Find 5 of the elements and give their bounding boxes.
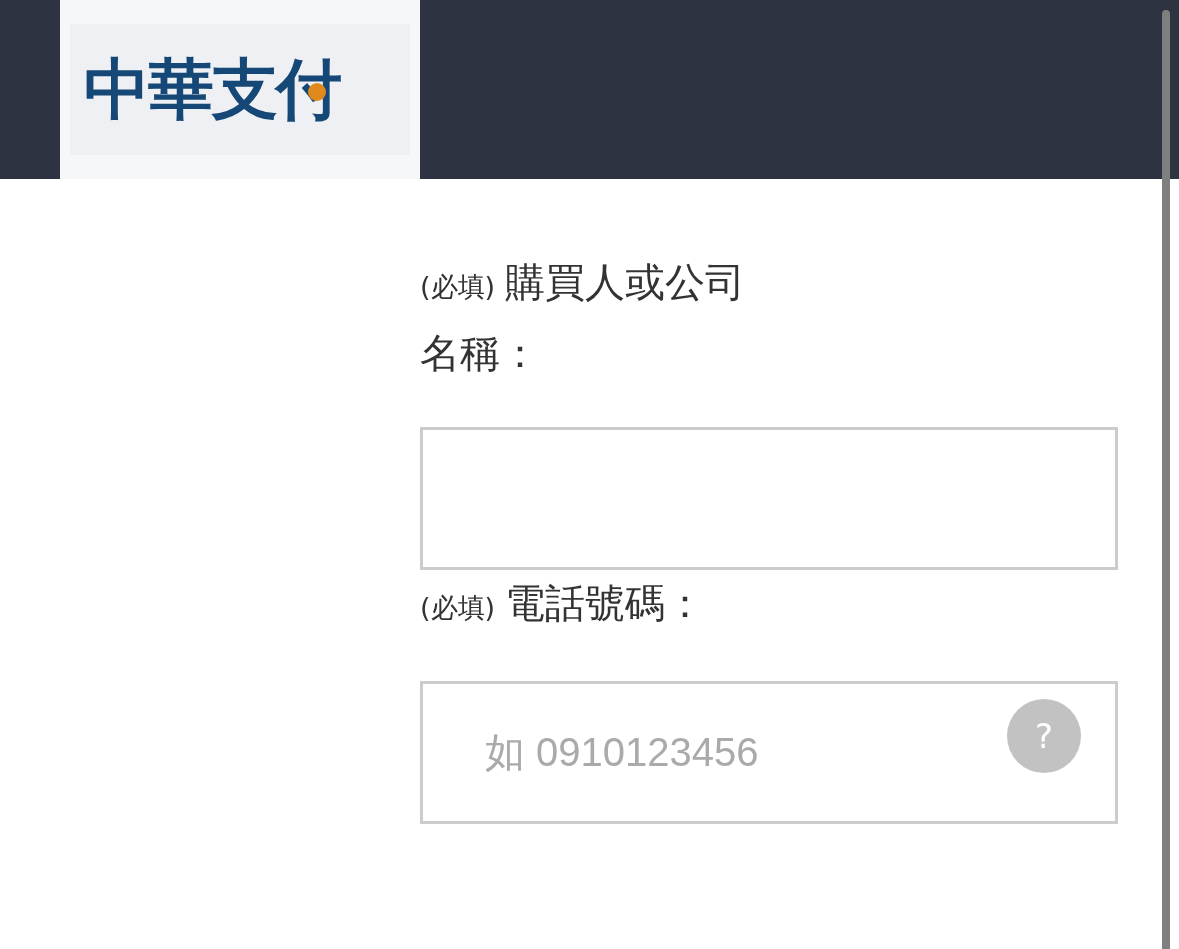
field-label: (必填) 電話號碼： (420, 579, 707, 628)
dot-icon (308, 82, 326, 101)
scrollbar[interactable] (1162, 10, 1170, 949)
field-label: (必填) 購買人或公司名稱： (420, 258, 747, 378)
input-field[interactable] (420, 427, 1118, 570)
